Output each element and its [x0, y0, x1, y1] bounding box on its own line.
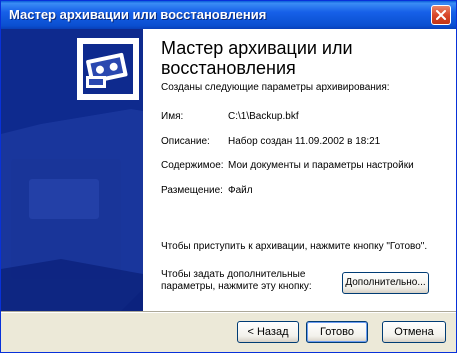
title-bar[interactable]: Мастер архивации или восстановления — [1, 1, 456, 29]
contents-value: Мои документы и параметры настройки — [228, 160, 414, 171]
advanced-instruction: Чтобы задать дополнительные параметры, н… — [161, 269, 312, 292]
wizard-window: Мастер архивации или восстановления Маст… — [0, 0, 457, 353]
backup-tape-icon — [77, 38, 139, 100]
side-panel — [1, 29, 143, 311]
name-label: Имя: — [161, 111, 184, 122]
back-button[interactable]: < Назад — [237, 321, 299, 343]
location-value: Файл — [228, 185, 253, 196]
close-button[interactable] — [431, 5, 451, 25]
summary-intro: Созданы следующие параметры архивировани… — [161, 82, 390, 93]
window-title: Мастер архивации или восстановления — [9, 7, 267, 22]
finish-instruction: Чтобы приступить к архивации, нажмите кн… — [161, 241, 428, 252]
description-label: Описание: — [161, 136, 210, 147]
name-value: C:\1\Backup.bkf — [228, 111, 299, 122]
contents-label: Содержимое: — [161, 160, 224, 171]
description-value: Набор создан 11.09.2002 в 18:21 — [228, 136, 381, 147]
advanced-button[interactable]: Дополнительно... — [342, 272, 429, 294]
button-separator — [1, 311, 456, 313]
page-title: Мастер архивации или восстановления — [161, 38, 353, 78]
wizard-body: Мастер архивации или восстановления Созд… — [1, 29, 456, 311]
cancel-button[interactable]: Отмена — [382, 321, 446, 343]
location-label: Размещение: — [161, 185, 223, 196]
finish-button[interactable]: Готово — [306, 321, 368, 343]
close-icon — [436, 10, 446, 20]
